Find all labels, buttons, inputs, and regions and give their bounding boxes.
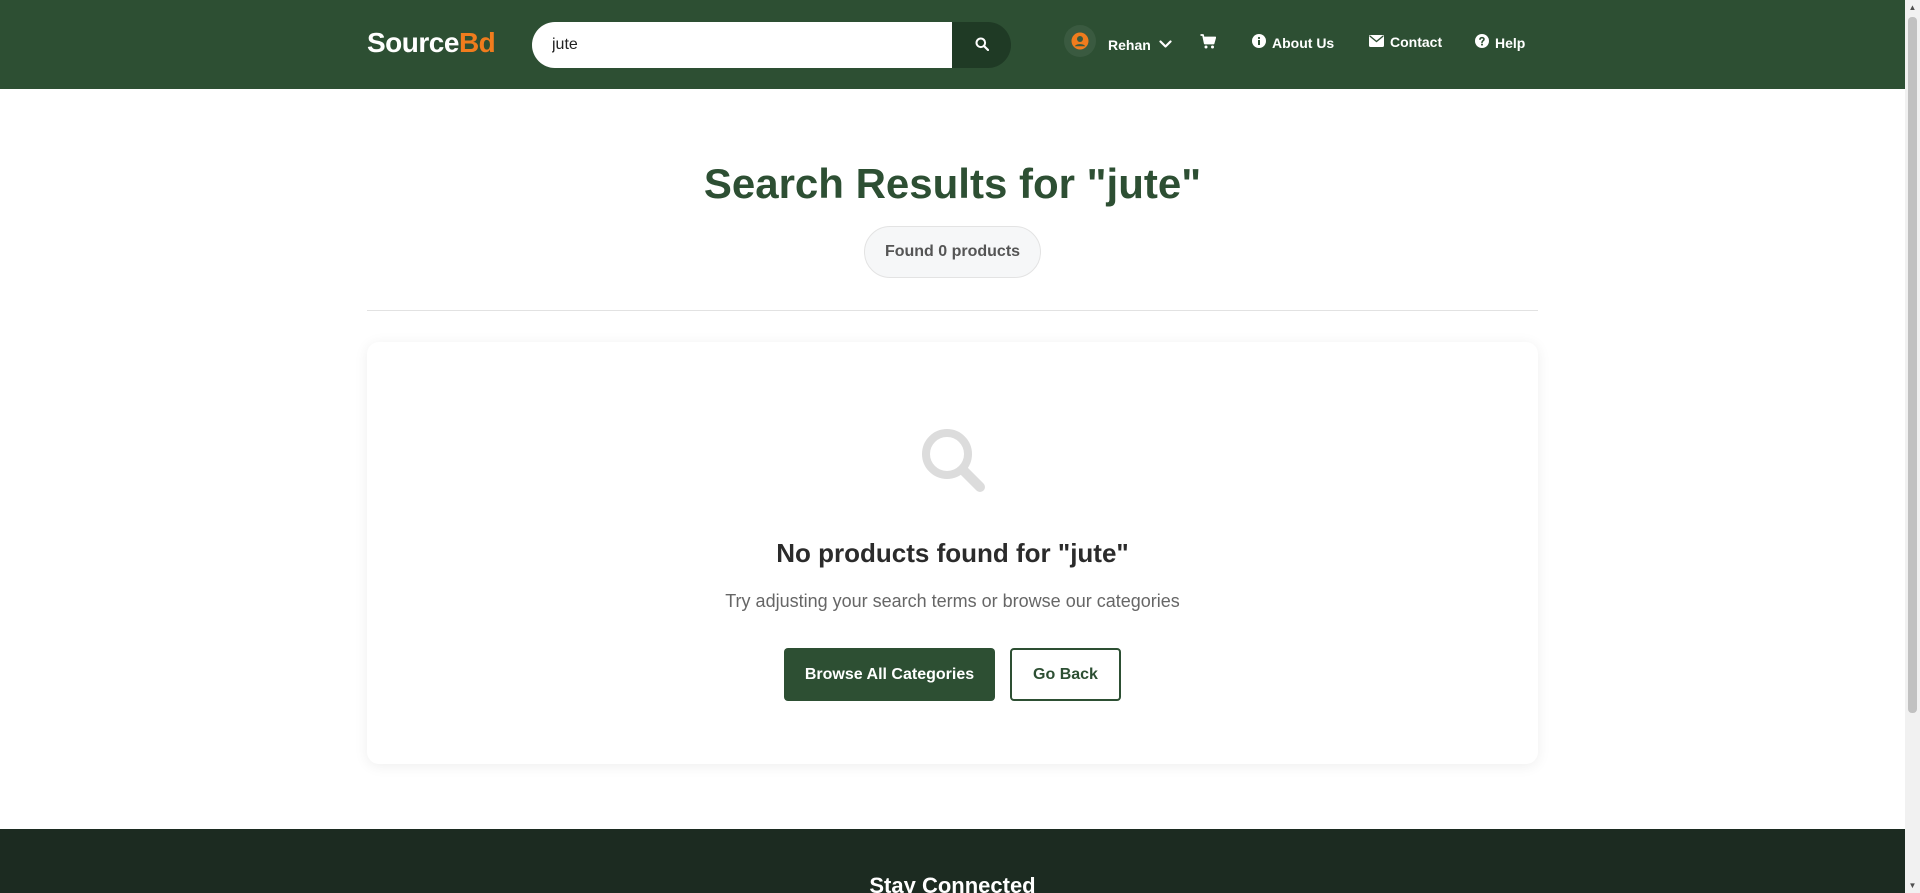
info-circle-icon (1252, 34, 1266, 51)
footer-title: Stay Connected (869, 873, 1036, 893)
magnifier-icon (919, 426, 987, 499)
scroll-up-icon[interactable]: ▲ (1905, 0, 1920, 15)
nav-contact-label: Contact (1390, 34, 1443, 50)
envelope-icon (1369, 34, 1384, 50)
search-input[interactable] (532, 22, 952, 68)
chevron-down-icon (1159, 36, 1172, 54)
search-button[interactable] (952, 22, 1011, 68)
nav-help[interactable]: Help (1475, 34, 1525, 51)
cart-icon (1200, 34, 1217, 52)
results-count-badge: Found 0 products (864, 226, 1041, 278)
divider (367, 310, 1538, 311)
site-footer: Stay Connected (0, 829, 1905, 893)
logo-bd-text: Bd (458, 27, 496, 58)
site-header: SourceBd Rehan (0, 0, 1905, 89)
go-back-button[interactable]: Go Back (1010, 648, 1121, 701)
user-name: Rehan (1108, 37, 1151, 53)
question-circle-icon (1475, 34, 1489, 51)
page-title: Search Results for "jute" (703, 160, 1202, 207)
nav-about-label: About Us (1272, 34, 1335, 51)
empty-state-subtitle: Try adjusting your search terms or brows… (725, 591, 1180, 611)
page-scrollbar[interactable]: ▲ ▼ (1905, 0, 1920, 893)
nav-about-us[interactable]: About Us (1252, 34, 1334, 51)
site-logo[interactable]: SourceBd (367, 27, 496, 59)
scroll-down-icon[interactable]: ▼ (1905, 878, 1920, 893)
empty-state-title: No products found for "jute" (776, 538, 1129, 568)
logo-source-text: Source (367, 27, 459, 58)
search-bar (532, 22, 1011, 68)
user-menu[interactable]: Rehan (1064, 23, 1172, 67)
scroll-thumb[interactable] (1908, 17, 1917, 713)
empty-state-card: No products found for "jute" Try adjusti… (367, 342, 1538, 764)
cart-link[interactable] (1200, 34, 1217, 52)
nav-help-label: Help (1495, 34, 1526, 51)
browse-categories-button[interactable]: Browse All Categories (784, 648, 995, 701)
user-circle-icon (1064, 25, 1096, 57)
nav-contact[interactable]: Contact (1369, 34, 1442, 50)
search-icon (975, 37, 989, 54)
